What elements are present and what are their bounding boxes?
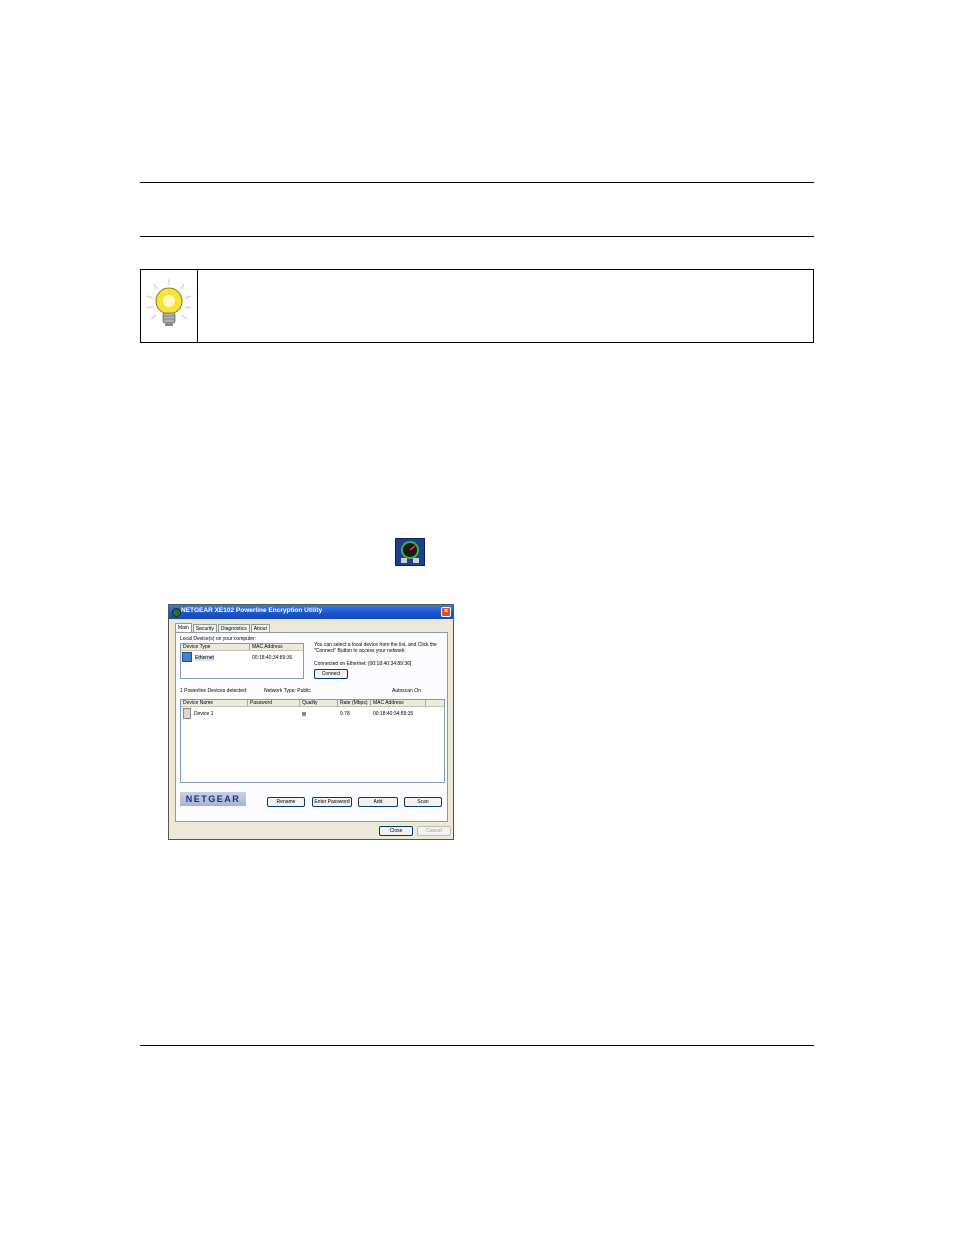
lightbulb-icon (146, 279, 192, 326)
tab-strip: Main Security Diagnostics About (175, 623, 271, 632)
column-mac-address[interactable]: MAC Address (252, 644, 283, 650)
local-device-mac[interactable]: 00:18:40:34:89:36 (252, 655, 292, 661)
footer-rule (140, 1045, 814, 1046)
powerline-utility-tray-icon[interactable] (395, 538, 425, 566)
local-devices-list[interactable]: Device Type MAC Address Ethernet 00:18:4… (180, 643, 304, 679)
powerline-device-rate: 9.78 (340, 711, 350, 717)
powerline-device-name[interactable]: Device 1 (194, 711, 213, 717)
tab-main[interactable]: Main (175, 623, 192, 632)
enter-password-button[interactable]: Enter Password (312, 797, 352, 807)
powerline-adapter-icon (183, 708, 191, 719)
tab-about[interactable]: About (250, 624, 270, 632)
column-quality[interactable]: Quality (302, 700, 318, 706)
powerline-devices-header: Device Name Password Quality Rate (Mbps)… (181, 700, 444, 707)
column-device-type[interactable]: Device Type (183, 644, 210, 650)
tip-box (140, 269, 814, 343)
netgear-logo: NETGEAR (180, 792, 246, 806)
tip-icon-cell (141, 270, 198, 342)
column-rate[interactable]: Rate (Mbps) (340, 700, 368, 706)
encryption-utility-window: NETGEAR XE102 Powerline Encryption Utili… (168, 604, 454, 840)
tab-security[interactable]: Security (192, 624, 217, 632)
local-device-type[interactable]: Ethernet (195, 655, 214, 661)
main-tab-panel: Local Device(s) on your computer: Device… (175, 632, 448, 822)
add-button[interactable]: Add (358, 797, 398, 807)
top-rule (140, 182, 814, 183)
local-devices-label: Local Device(s) on your computer: (180, 636, 257, 642)
connection-status: Connected on Ethernet: [00:18:40:34:89:3… (314, 661, 412, 667)
powerline-devices-list[interactable]: Device Name Password Quality Rate (Mbps)… (180, 699, 445, 783)
heading-rule (140, 236, 814, 237)
local-devices-header: Device Type MAC Address (181, 644, 303, 651)
powerline-device-mac: 00:18:40:34:89:35 (373, 711, 414, 717)
cancel-button[interactable]: Cancel (417, 826, 451, 836)
powerline-detected-count: 1 Powerline Devices detected: (180, 688, 248, 694)
connect-button[interactable]: Connect (314, 669, 348, 679)
close-button[interactable]: Close (379, 826, 413, 836)
tab-diagnostics[interactable]: Diagnostics (217, 624, 250, 632)
network-type: Network Type: Public (264, 688, 311, 694)
app-icon (172, 608, 181, 617)
column-powerline-mac[interactable]: MAC Address (373, 700, 404, 706)
connect-instruction: You can select a local device from the l… (314, 642, 437, 654)
window-titlebar[interactable]: NETGEAR XE102 Powerline Encryption Utili… (169, 605, 453, 619)
column-device-name[interactable]: Device Name (183, 700, 213, 706)
window-close-button[interactable]: × (441, 607, 451, 617)
ethernet-adapter-icon (182, 652, 192, 662)
gauge-icon (401, 541, 419, 563)
autoscan-status: Autoscan On (392, 688, 421, 694)
column-password[interactable]: Password (250, 700, 272, 706)
rename-button[interactable]: Rename (267, 797, 305, 807)
window-title: NETGEAR XE102 Powerline Encryption Utili… (181, 607, 323, 614)
quality-indicator (302, 712, 306, 716)
scan-button[interactable]: Scan (404, 797, 442, 807)
